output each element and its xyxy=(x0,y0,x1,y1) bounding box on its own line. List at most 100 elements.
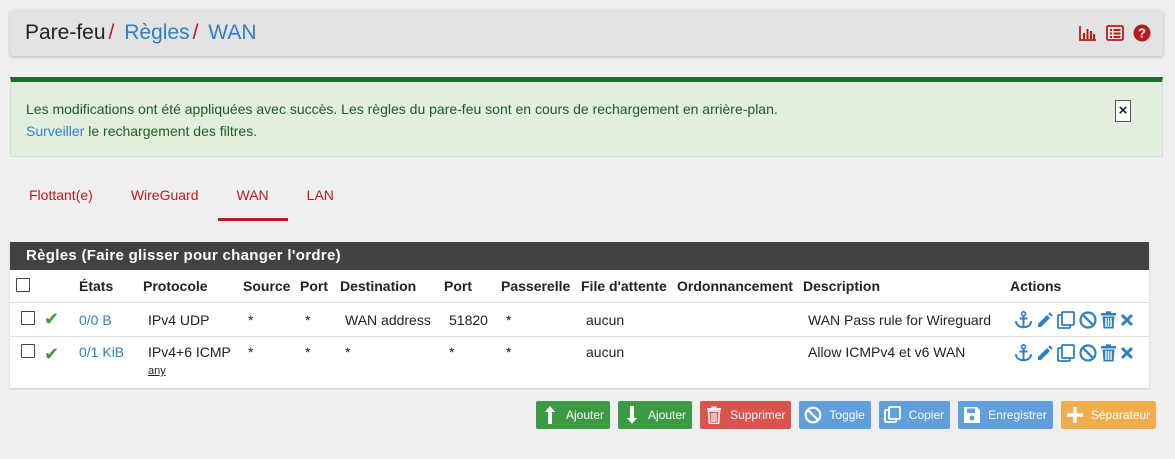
add-rule-bottom-label: Ajouter xyxy=(648,408,687,422)
tab-wireguard[interactable]: WireGuard xyxy=(112,176,218,220)
col-destination: Destination xyxy=(340,278,417,294)
toggle-button[interactable]: Toggle xyxy=(799,401,871,429)
arrow-up-icon xyxy=(540,405,560,425)
col-status xyxy=(44,270,79,303)
save-icon xyxy=(962,405,982,425)
anchor-icon[interactable] xyxy=(1014,310,1033,329)
cell-schedule xyxy=(677,336,803,392)
edit-icon[interactable] xyxy=(1036,311,1054,329)
alert-close-button[interactable]: × xyxy=(1115,100,1131,122)
breadcrumb-wan-link[interactable]: WAN xyxy=(208,21,256,44)
col-protocol: Protocole xyxy=(143,278,208,294)
panel-title: Règles (Faire glisser pour changer l'ord… xyxy=(10,242,1149,270)
breadcrumb: Pare-feu / Règles / WAN xyxy=(25,21,257,45)
help-icon[interactable]: ? xyxy=(1133,24,1151,42)
chart-icon[interactable] xyxy=(1079,25,1097,41)
alert-message: Les modifications ont été appliquées ave… xyxy=(26,101,778,117)
save-button[interactable]: Enregistrer xyxy=(958,401,1053,429)
delete-button[interactable]: Supprimer xyxy=(700,401,792,429)
alert-message-rest: le rechargement des filtres. xyxy=(84,123,258,139)
breadcrumb-separator: / xyxy=(108,21,115,44)
save-label: Enregistrer xyxy=(988,408,1047,422)
cell-source-port: * xyxy=(300,336,340,392)
copy-icon[interactable] xyxy=(1057,344,1076,362)
add-rule-bottom-button[interactable]: Ajouter xyxy=(618,401,693,429)
success-alert: Les modifications ont été appliquées ave… xyxy=(10,77,1163,157)
toggle-label: Toggle xyxy=(829,408,865,422)
cell-destination: WAN address xyxy=(340,302,444,337)
copy-icon[interactable] xyxy=(1057,310,1076,329)
row-checkbox[interactable] xyxy=(21,344,35,358)
plus-icon xyxy=(1065,405,1085,425)
breadcrumb-firewall: Pare-feu xyxy=(25,21,106,44)
check-icon: ✔ xyxy=(44,344,60,364)
row-actions xyxy=(1014,310,1149,329)
cell-source: * xyxy=(243,336,300,392)
add-separator-button[interactable]: Séparateur xyxy=(1060,401,1157,429)
col-dest-port: Port xyxy=(444,278,472,294)
cell-queue: aucun xyxy=(581,302,677,337)
header-icons: ? xyxy=(1079,24,1151,42)
tab-wan[interactable]: WAN xyxy=(217,176,288,221)
edit-icon[interactable] xyxy=(1036,344,1054,362)
table-header: États Protocole Source Port Destination … xyxy=(10,270,1149,303)
rules-panel: Règles (Faire glisser pour changer l'ord… xyxy=(10,242,1149,392)
list-icon[interactable] xyxy=(1106,25,1124,41)
svg-text:?: ? xyxy=(1138,26,1146,41)
table-row[interactable]: ✔ 0/1 KiB IPv4+6 ICMP any * * * * * aucu… xyxy=(10,336,1149,392)
cell-source: * xyxy=(243,302,300,337)
interface-tabs: Flottant(e) WireGuard WAN LAN xyxy=(10,176,353,222)
col-description: Description xyxy=(803,278,881,294)
icmp-type-link[interactable]: any xyxy=(148,365,243,377)
col-schedule: Ordonnancement xyxy=(677,278,793,294)
cell-schedule xyxy=(677,302,803,337)
row-actions xyxy=(1014,344,1149,362)
cell-protocol: IPv4 UDP xyxy=(143,302,243,337)
disable-icon[interactable] xyxy=(1079,310,1097,329)
trash-icon xyxy=(704,405,724,425)
trash-icon[interactable] xyxy=(1100,344,1117,362)
delete-label: Supprimer xyxy=(730,408,786,422)
cell-queue: aucun xyxy=(581,336,677,392)
cell-source-port: * xyxy=(300,302,340,337)
cell-gateway: * xyxy=(501,302,581,337)
arrow-down-icon xyxy=(622,405,642,425)
rules-action-buttons: Ajouter Ajouter Supprimer Toggle Copier … xyxy=(536,401,1157,429)
col-actions: Actions xyxy=(1010,278,1062,294)
monitor-reload-link[interactable]: Surveiller xyxy=(26,123,84,139)
delete-icon[interactable] xyxy=(1120,313,1134,327)
cell-dest-port: * xyxy=(444,336,501,392)
cell-gateway: * xyxy=(501,336,581,392)
rules-table: États Protocole Source Port Destination … xyxy=(10,270,1149,392)
states-link[interactable]: 0/0 B xyxy=(79,312,112,328)
cell-description: WAN Pass rule for Wireguard xyxy=(803,302,1010,337)
alert-message-line2: Surveiller le rechargement des filtres. xyxy=(26,123,257,139)
add-rule-top-button[interactable]: Ajouter xyxy=(536,401,611,429)
tab-lan[interactable]: LAN xyxy=(288,176,353,220)
delete-icon[interactable] xyxy=(1120,346,1134,360)
disable-icon[interactable] xyxy=(1079,344,1097,362)
ban-icon xyxy=(803,405,823,425)
copy-button[interactable]: Copier xyxy=(878,401,951,429)
col-gateway: Passerelle xyxy=(501,278,571,294)
anchor-icon[interactable] xyxy=(1014,344,1033,362)
cell-dest-port: 51820 xyxy=(444,302,501,337)
states-link[interactable]: 0/1 KiB xyxy=(79,344,124,360)
table-row[interactable]: ✔ 0/0 B IPv4 UDP * * WAN address 51820 *… xyxy=(10,302,1149,337)
breadcrumb-rules-link[interactable]: Règles xyxy=(124,21,189,44)
cell-description: Allow ICMPv4 et v6 WAN xyxy=(803,336,1010,392)
tab-floating[interactable]: Flottant(e) xyxy=(10,176,112,220)
col-states: États xyxy=(79,278,114,294)
add-rule-top-label: Ajouter xyxy=(566,408,605,422)
breadcrumb-separator: / xyxy=(192,21,199,44)
copy-icon xyxy=(883,405,903,425)
col-source: Source xyxy=(243,278,291,294)
add-separator-label: Séparateur xyxy=(1090,408,1151,422)
trash-icon[interactable] xyxy=(1100,310,1117,329)
row-checkbox[interactable] xyxy=(21,311,35,325)
cell-protocol: IPv4+6 ICMP xyxy=(148,344,231,360)
cell-destination: * xyxy=(340,336,444,392)
select-all-checkbox[interactable] xyxy=(16,277,30,292)
copy-label: Copier xyxy=(908,408,945,422)
col-queue: File d'attente xyxy=(581,278,667,294)
